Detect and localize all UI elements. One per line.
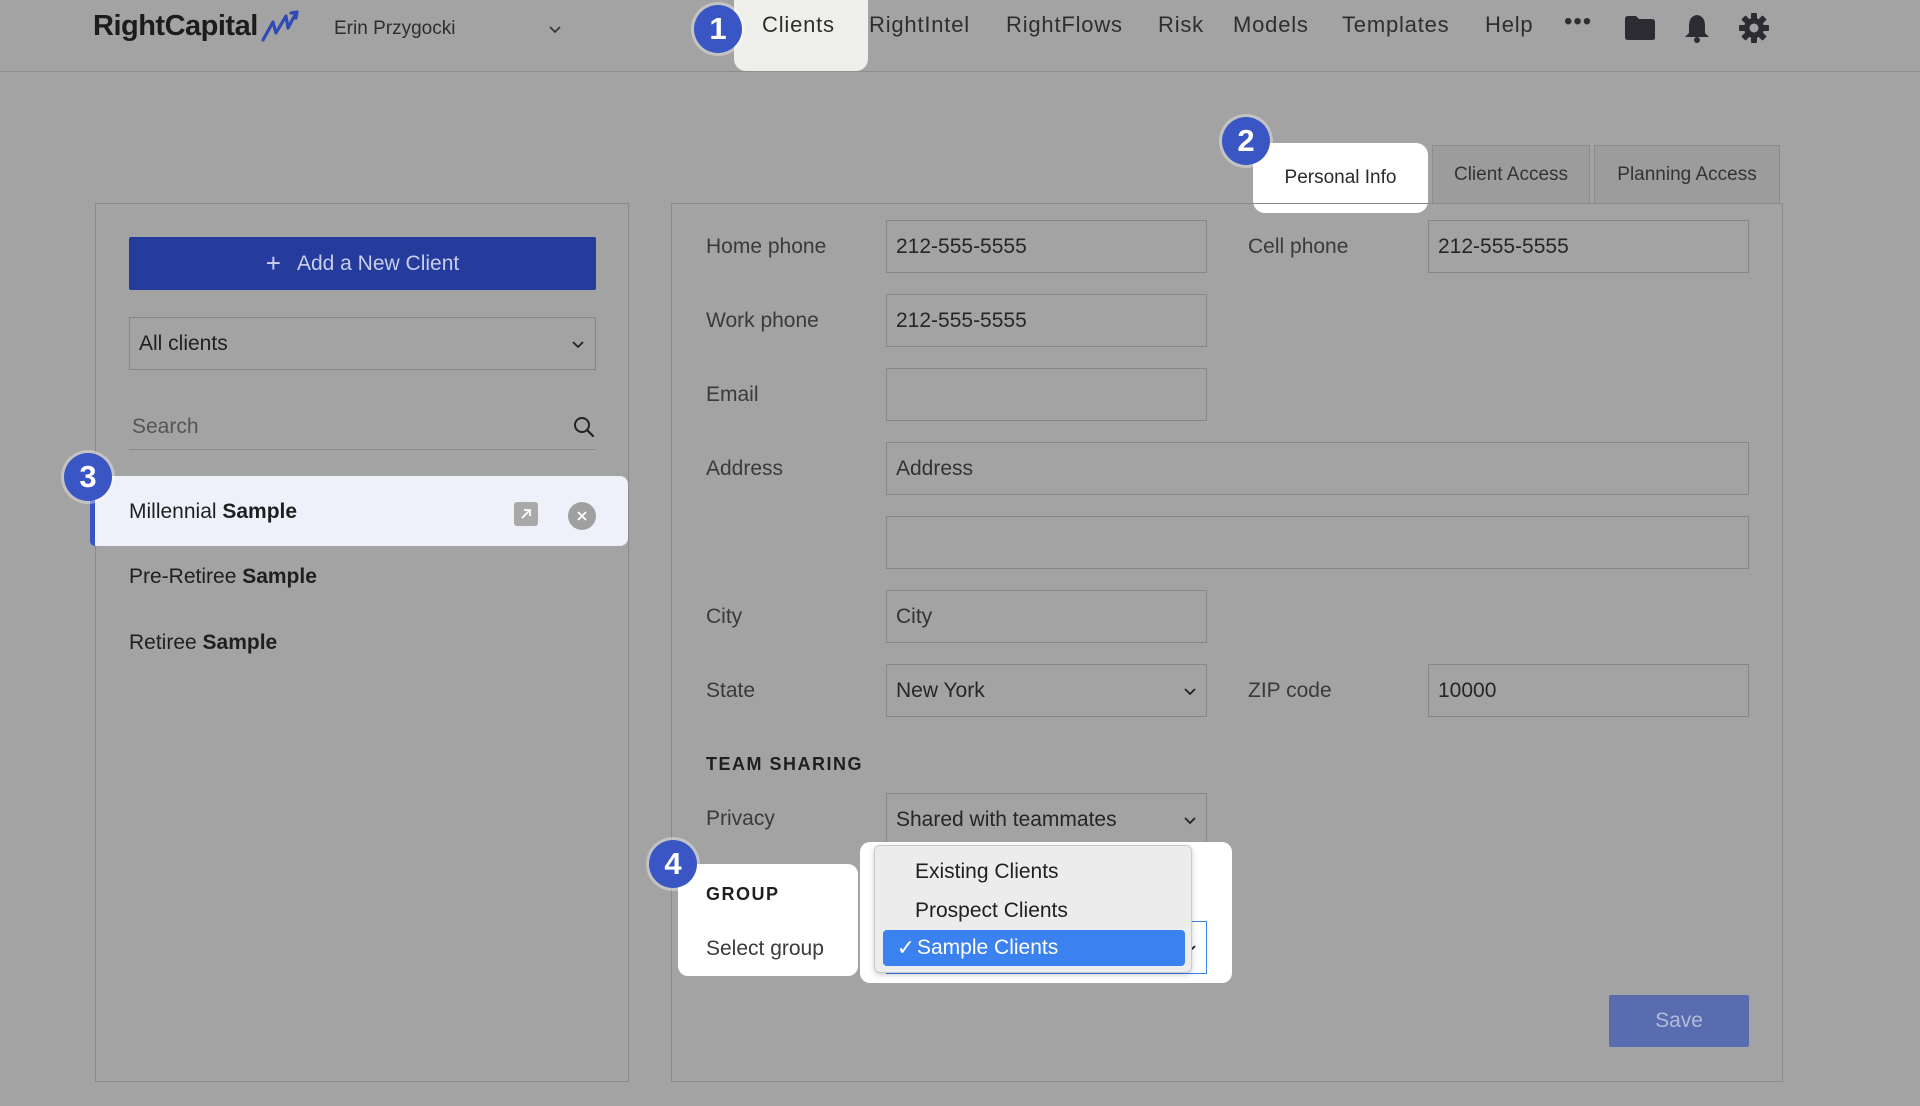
- open-client-icon[interactable]: [514, 502, 538, 526]
- work-phone-label: Work phone: [706, 309, 819, 332]
- group-option-sample-selected[interactable]: ✓ Sample Clients: [883, 930, 1185, 966]
- select-group-label: Select group: [706, 937, 824, 960]
- nav-clients[interactable]: Clients: [762, 12, 835, 38]
- cell-phone-field[interactable]: 212-555-5555: [1428, 220, 1749, 273]
- folder-icon[interactable]: [1623, 11, 1657, 45]
- address-line-2-field[interactable]: [886, 516, 1749, 569]
- address-line-1-field[interactable]: Address: [886, 442, 1749, 495]
- client-name-millennial[interactable]: Millennial Sample: [129, 500, 297, 524]
- city-field[interactable]: City: [886, 590, 1207, 643]
- step-badge-1: 1: [694, 5, 742, 53]
- plus-icon: +: [265, 248, 281, 278]
- state-value: New York: [896, 678, 985, 702]
- client-search: [129, 404, 596, 450]
- privacy-value: Shared with teammates: [896, 807, 1117, 831]
- save-button[interactable]: Save: [1609, 995, 1749, 1047]
- chevron-down-icon: [572, 340, 584, 348]
- client-filter-value: All clients: [139, 331, 228, 355]
- city-label: City: [706, 605, 743, 628]
- bell-icon[interactable]: [1680, 11, 1714, 45]
- search-input[interactable]: [129, 414, 535, 439]
- checkmark-icon: ✓: [896, 935, 915, 960]
- rightcapital-logo[interactable]: RightCapital: [93, 9, 300, 43]
- nav-help[interactable]: Help: [1485, 12, 1533, 38]
- group-option-existing[interactable]: Existing Clients: [915, 860, 1059, 884]
- email-field[interactable]: [886, 368, 1207, 421]
- logo-arrow-icon: [261, 10, 299, 42]
- privacy-label: Privacy: [706, 807, 775, 830]
- advisor-name: Erin Przygocki: [334, 18, 456, 39]
- client-name-pre-retiree[interactable]: Pre-Retiree Sample: [129, 565, 317, 589]
- step-badge-2: 2: [1222, 117, 1270, 165]
- tab-client-access[interactable]: Client Access: [1432, 145, 1590, 203]
- state-label: State: [706, 679, 756, 702]
- nav-rightintel[interactable]: RightIntel: [869, 12, 970, 38]
- privacy-select[interactable]: Shared with teammates: [886, 793, 1207, 846]
- group-option-sample-label: Sample Clients: [917, 936, 1059, 959]
- nav-templates[interactable]: Templates: [1342, 12, 1449, 38]
- gear-icon[interactable]: [1737, 11, 1771, 45]
- group-options-menu: Existing Clients Prospect Clients ✓ Samp…: [874, 845, 1192, 973]
- add-new-client-label: Add a New Client: [296, 251, 460, 275]
- tab-planning-access[interactable]: Planning Access: [1594, 145, 1780, 203]
- nav-models[interactable]: Models: [1233, 12, 1309, 38]
- state-select[interactable]: New York: [886, 664, 1207, 717]
- nav-risk[interactable]: Risk: [1158, 12, 1204, 38]
- home-phone-field[interactable]: 212-555-5555: [886, 220, 1207, 273]
- client-name-retiree[interactable]: Retiree Sample: [129, 631, 277, 655]
- work-phone-field[interactable]: 212-555-5555: [886, 294, 1207, 347]
- email-label: Email: [706, 383, 759, 406]
- logo-text: RightCapital: [93, 9, 258, 42]
- remove-client-icon[interactable]: [568, 502, 596, 530]
- chevron-down-icon: [1184, 816, 1196, 824]
- chevron-down-icon: [1184, 687, 1196, 695]
- search-icon[interactable]: [572, 415, 596, 439]
- client-filter-select[interactable]: All clients: [129, 317, 596, 370]
- step-badge-3: 3: [64, 453, 112, 501]
- advisor-select[interactable]: Erin Przygocki: [334, 15, 562, 43]
- add-new-client-button[interactable]: + Add a New Client: [129, 237, 596, 290]
- zip-code-field[interactable]: 10000: [1428, 664, 1749, 717]
- cell-phone-label: Cell phone: [1248, 235, 1349, 258]
- address-label: Address: [706, 457, 784, 480]
- chevron-down-icon: [549, 26, 561, 34]
- zip-code-label: ZIP code: [1248, 679, 1332, 702]
- group-option-prospect[interactable]: Prospect Clients: [915, 899, 1068, 923]
- top-navigation-bar: RightCapital Erin Przygocki Clients Righ…: [0, 0, 1920, 72]
- more-menu-icon[interactable]: •••: [1564, 8, 1592, 36]
- step-badge-4: 4: [649, 840, 697, 888]
- team-sharing-heading: TEAM SHARING: [706, 754, 863, 774]
- group-heading: GROUP: [706, 884, 780, 904]
- home-phone-label: Home phone: [706, 235, 827, 258]
- nav-rightflows[interactable]: RightFlows: [1006, 12, 1123, 38]
